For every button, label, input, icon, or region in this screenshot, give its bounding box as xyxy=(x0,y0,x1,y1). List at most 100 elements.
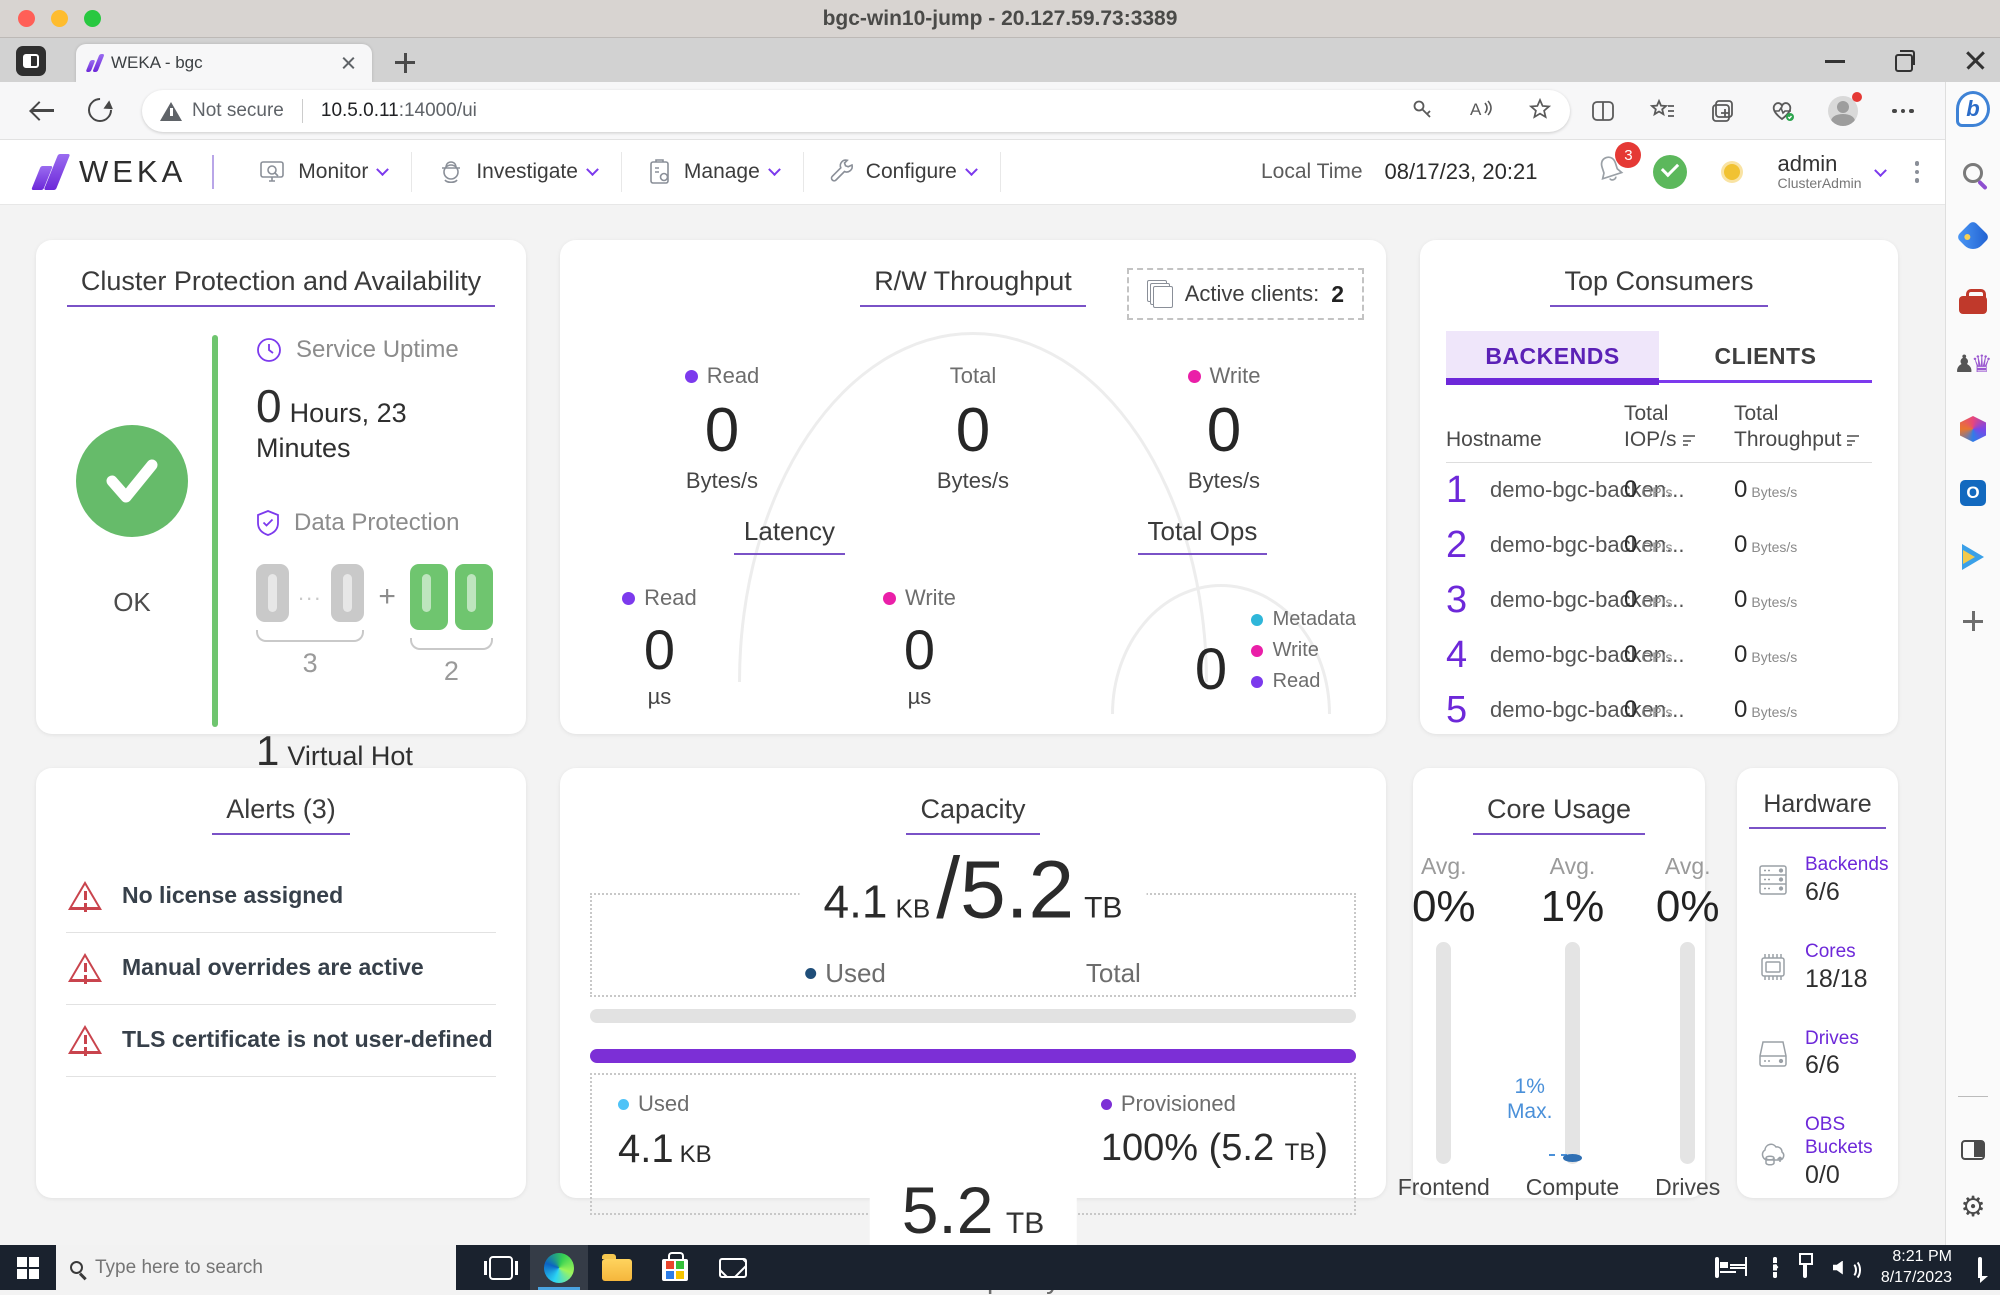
legend-metadata: Metadata xyxy=(1272,608,1356,630)
nav-item-monitor[interactable]: Monitor xyxy=(234,152,413,192)
task-view-button[interactable] xyxy=(472,1245,530,1290)
browser-tab[interactable]: WEKA - bgc xyxy=(76,44,372,82)
store-button[interactable] xyxy=(646,1245,704,1290)
more-menu-icon[interactable] xyxy=(1914,161,1919,183)
workspaces-button[interactable] xyxy=(16,46,46,76)
consumer-row[interactable]: 3 demo-bgc-backen... 0 OP/s 0 Bytes/s xyxy=(1446,573,1872,628)
active-clients-box[interactable]: Active clients: 2 xyxy=(1126,268,1364,320)
toolbox-icon xyxy=(1959,289,1987,314)
alert-text: Manual overrides are active xyxy=(122,954,424,980)
tray-expand-button[interactable] xyxy=(1744,1256,1747,1277)
search-input[interactable] xyxy=(95,1256,442,1279)
nav-item-configure[interactable]: Configure xyxy=(804,152,1001,192)
theme-sun-icon[interactable] xyxy=(1717,157,1747,187)
sidebar-panel-toggle[interactable] xyxy=(1956,1133,1990,1167)
cores-value: 18/18 xyxy=(1805,964,1868,993)
windows-logo-icon xyxy=(17,1256,39,1279)
col-total-iops[interactable]: Total IOP/s xyxy=(1624,401,1734,454)
write-value: 0 xyxy=(1206,396,1242,465)
address-bar[interactable]: Not secure 10.5.0.11 :14000/ui A xyxy=(142,90,1570,132)
alert-item[interactable]: Manual overrides are active xyxy=(66,933,496,1005)
consumer-row[interactable]: 1 demo-bgc-backen... 0 OP/s 0 Bytes/s xyxy=(1446,463,1872,518)
tab-clients[interactable]: CLIENTS xyxy=(1659,331,1872,380)
sidebar-search-button[interactable] xyxy=(1956,156,1990,190)
collections-icon[interactable] xyxy=(1706,94,1740,128)
row-iops: 0 xyxy=(1624,586,1638,613)
hardware-drives[interactable]: Drives 6/6 xyxy=(1737,1011,1898,1098)
tray-network-button[interactable] xyxy=(1802,1256,1807,1278)
consumer-row[interactable]: 4 demo-bgc-backen... 0 OP/s 0 Bytes/s xyxy=(1446,628,1872,683)
edge-taskbar-button[interactable] xyxy=(530,1245,588,1290)
speaker-icon xyxy=(1832,1260,1843,1275)
hardware-cores[interactable]: Cores 18/18 xyxy=(1737,924,1898,1011)
taskbar-clock[interactable]: 8:21 PM 8/17/2023 xyxy=(1881,1247,1952,1289)
sort-icon[interactable] xyxy=(1847,435,1860,447)
plus-icon xyxy=(1961,609,1985,633)
sidebar-outlook-button[interactable]: O xyxy=(1956,476,1990,510)
tab-backends[interactable]: BACKENDS xyxy=(1446,331,1659,385)
close-icon[interactable] xyxy=(1964,49,1986,71)
read-aloud-icon[interactable]: A xyxy=(1468,97,1494,125)
start-button[interactable] xyxy=(0,1245,56,1290)
clock-time: 8:21 PM xyxy=(1892,1247,1952,1265)
tray-cast-button[interactable] xyxy=(1772,1256,1777,1278)
read-dot-icon xyxy=(622,591,636,605)
nav-item-manage[interactable]: Manage xyxy=(622,152,804,192)
cores-label: Cores xyxy=(1805,940,1856,962)
weka-brand[interactable]: WEKA xyxy=(31,154,186,190)
sidebar-m365-button[interactable] xyxy=(1956,412,1990,446)
sort-icon[interactable] xyxy=(1682,435,1695,447)
security-label[interactable]: Not secure xyxy=(192,100,284,122)
action-center-button[interactable] xyxy=(1978,1256,1982,1278)
col-total-throughput[interactable]: Total Throughput xyxy=(1734,401,1872,454)
brand-divider xyxy=(212,155,215,189)
split-screen-icon[interactable] xyxy=(1586,94,1620,128)
nav-label: Manage xyxy=(683,160,760,183)
copilot-button[interactable]: b xyxy=(1956,91,1990,127)
browser-essentials-icon[interactable] xyxy=(1766,94,1800,128)
restore-icon[interactable] xyxy=(1894,49,1916,72)
write-dot-icon xyxy=(1187,369,1201,383)
file-explorer-button[interactable] xyxy=(588,1245,646,1290)
user-menu[interactable]: admin ClusterAdmin xyxy=(1777,152,1861,192)
nav-label: Investigate xyxy=(476,160,578,183)
latency-write-stat: Write 0 µs xyxy=(844,585,994,710)
sidebar-settings-button[interactable]: ⚙ xyxy=(1960,1193,1985,1221)
new-tab-button[interactable] xyxy=(392,50,418,76)
drives-avg-value: 0% xyxy=(1655,882,1720,931)
row-throughput: 0 xyxy=(1734,476,1748,503)
settings-more-icon[interactable] xyxy=(1886,94,1920,128)
back-icon[interactable] xyxy=(30,98,56,124)
nav-item-investigate[interactable]: Investigate xyxy=(412,152,622,192)
sidebar-tools-button[interactable] xyxy=(1956,284,1990,318)
cloud-bucket-icon xyxy=(1761,1143,1785,1166)
minimize-icon[interactable] xyxy=(1824,49,1846,71)
user-chevron-icon[interactable] xyxy=(1873,164,1887,178)
tab-close-icon[interactable] xyxy=(338,52,360,74)
alert-item[interactable]: TLS certificate is not user-defined xyxy=(66,1005,496,1077)
row-throughput-unit: Bytes/s xyxy=(1751,539,1798,555)
favorites-bar-icon[interactable] xyxy=(1646,94,1680,128)
hardware-obs-buckets[interactable]: OBS Buckets 0/0 xyxy=(1737,1097,1898,1207)
total-ops-section: Total Ops 0 Metadata Write Read xyxy=(1019,516,1386,714)
consumer-row[interactable]: 5 demo-bgc-backen... 0 OP/s 0 Bytes/s xyxy=(1446,683,1872,738)
favorite-star-icon[interactable] xyxy=(1528,97,1552,125)
password-key-icon[interactable] xyxy=(1410,97,1434,125)
widgets-button[interactable] xyxy=(1714,1256,1719,1278)
reload-icon[interactable] xyxy=(83,93,117,127)
consumer-row[interactable]: 2 demo-bgc-backen... 0 OP/s 0 Bytes/s xyxy=(1446,518,1872,573)
notifications-button[interactable]: 3 xyxy=(1593,142,1642,191)
hardware-backends[interactable]: Backends 6/6 xyxy=(1737,837,1898,924)
alert-item[interactable]: No license assigned xyxy=(66,861,496,933)
tray-volume-button[interactable] xyxy=(1832,1258,1861,1281)
sidebar-drop-button[interactable] xyxy=(1956,540,1990,574)
mail-button[interactable] xyxy=(704,1245,762,1290)
sidebar-add-button[interactable] xyxy=(1956,604,1990,638)
cluster-ok-icon[interactable] xyxy=(1653,154,1688,189)
taskbar-search[interactable] xyxy=(56,1245,456,1290)
profile-avatar[interactable] xyxy=(1826,92,1862,128)
row-iops-unit: OP/s xyxy=(1641,594,1673,610)
sidebar-games-button[interactable]: ♟ ♛ xyxy=(1953,348,1992,382)
notification-badge: 3 xyxy=(1615,142,1642,169)
sidebar-shopping-button[interactable] xyxy=(1956,220,1990,254)
